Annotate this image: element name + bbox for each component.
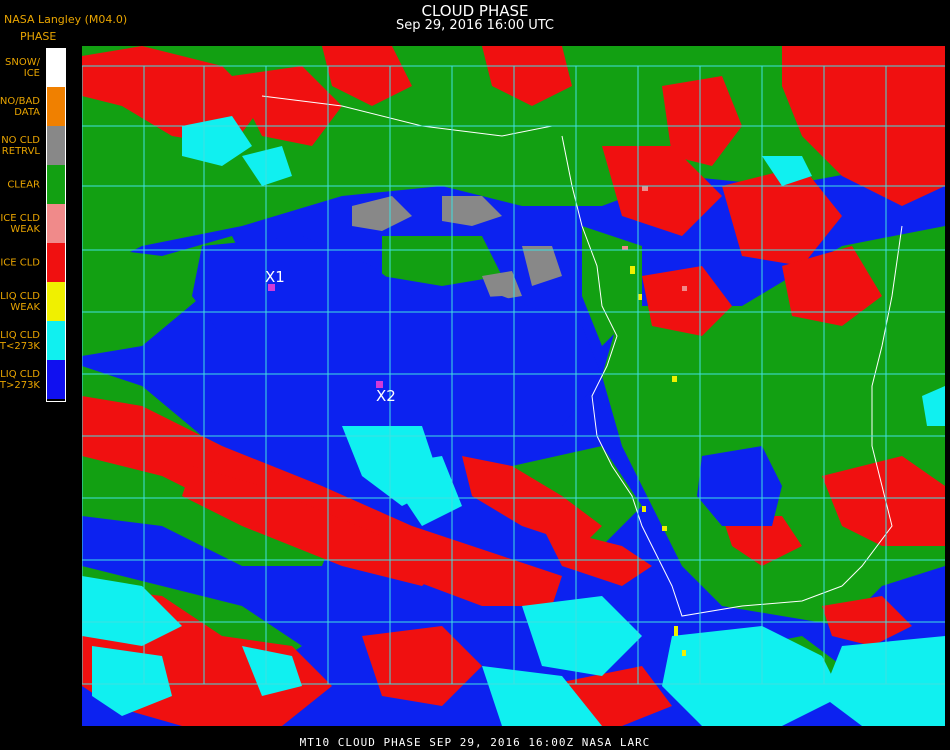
legend-item: ICE CLD xyxy=(0,243,66,282)
legend-swatch xyxy=(46,87,65,126)
legend-swatch xyxy=(46,126,65,165)
legend-label: LIQ CLD T<273K xyxy=(0,329,40,352)
legend-label: SNOW/ ICE xyxy=(5,56,40,79)
legend-label: NO/BAD DATA xyxy=(0,95,40,118)
legend-item: NO CLD RETRVL xyxy=(0,126,66,165)
legend-swatch xyxy=(46,282,65,321)
footer-caption: MT10 CLOUD PHASE SEP 29, 2016 16:00Z NAS… xyxy=(299,736,651,749)
cloud-phase-map[interactable]: X1 X2 xyxy=(82,46,945,726)
marker-x1-label: X1 xyxy=(265,268,285,286)
legend-item: LIQ CLD T>273K xyxy=(0,360,66,399)
map-svg xyxy=(82,46,945,726)
legend-swatch xyxy=(46,243,65,282)
legend-label: LIQ CLD T>273K xyxy=(0,368,40,391)
legend-item: SNOW/ ICE xyxy=(0,48,66,87)
legend-swatch xyxy=(46,204,65,243)
legend-label: CLEAR xyxy=(7,179,40,190)
legend-swatch xyxy=(46,165,65,204)
map-timestamp: Sep 29, 2016 16:00 UTC xyxy=(395,18,555,33)
legend-swatch xyxy=(46,321,65,360)
legend-label: LIQ CLD WEAK xyxy=(0,290,40,313)
color-legend: SNOW/ ICE NO/BAD DATA NO CLD RETRVL CLEAR IC… xyxy=(0,48,66,400)
legend-swatch xyxy=(46,48,65,87)
legend-item: CLEAR xyxy=(0,165,66,204)
legend-item: LIQ CLD WEAK xyxy=(0,282,66,321)
legend-label: ICE CLD xyxy=(0,257,40,268)
legend-swatch xyxy=(46,360,65,399)
legend-item: NO/BAD DATA xyxy=(0,87,66,126)
marker-x2-label: X2 xyxy=(376,387,396,405)
legend-item: ICE CLD WEAK xyxy=(0,204,66,243)
legend-item: LIQ CLD T<273K xyxy=(0,321,66,360)
legend-label: ICE CLD WEAK xyxy=(0,212,40,235)
header: NASA Langley (M04.0) PHASE CLOUD PHASE S… xyxy=(0,0,950,44)
legend-label: NO CLD RETRVL xyxy=(1,134,40,157)
